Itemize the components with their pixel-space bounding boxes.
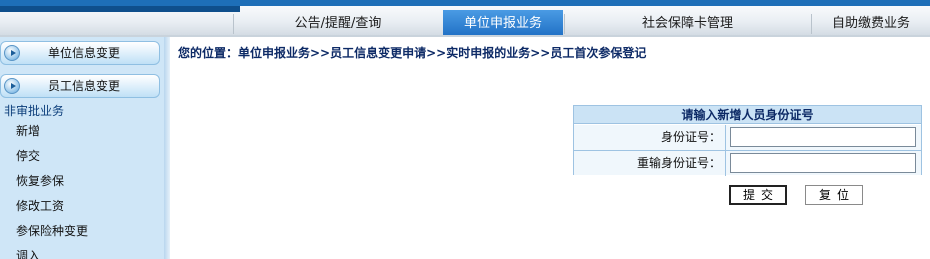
sidebar-item-resume[interactable]: 恢复参保 bbox=[16, 172, 64, 189]
sidebar-button-label: 单位信息变更 bbox=[47, 46, 120, 60]
sidebar-item-insurance-change[interactable]: 参保险种变更 bbox=[16, 222, 88, 239]
sidebar-item-modify-salary[interactable]: 修改工资 bbox=[16, 197, 64, 214]
id-entry-form: 请输入新增人员身份证号 身份证号： 重输身份证号： bbox=[573, 105, 922, 176]
top-navigation-bar: 公告/提醒/查询 单位申报业务 社会保障卡管理 自助缴费业务 bbox=[0, 0, 930, 37]
reset-button[interactable]: 复位 bbox=[805, 185, 863, 205]
sidebar-item-transfer-in[interactable]: 调入 bbox=[16, 247, 40, 259]
id-number-input[interactable] bbox=[730, 127, 916, 147]
form-row-id: 身份证号： bbox=[574, 125, 921, 150]
sidebar-button-employee-info-change[interactable]: 员工信息变更 bbox=[0, 74, 160, 98]
submit-button[interactable]: 提交 bbox=[729, 185, 787, 205]
nav-tab-notice-query[interactable]: 公告/提醒/查询 bbox=[234, 12, 442, 35]
sidebar-section-title: 非审批业务 bbox=[4, 104, 65, 118]
form-title: 请输入新增人员身份证号 bbox=[574, 106, 921, 124]
nav-tab-unit-declaration[interactable]: 单位申报业务 bbox=[443, 10, 563, 37]
reenter-id-number-input[interactable] bbox=[730, 153, 916, 173]
sidebar-item-stop[interactable]: 停交 bbox=[16, 147, 40, 164]
sidebar: 单位信息变更 员工信息变更 非审批业务 新增 停交 恢复参保 修改工资 参保险种… bbox=[0, 37, 164, 259]
header-accent-strip bbox=[0, 6, 240, 12]
sidebar-edge bbox=[164, 37, 170, 259]
sidebar-button-unit-info-change[interactable]: 单位信息变更 bbox=[0, 41, 160, 65]
nav-tab-social-security-card[interactable]: 社会保障卡管理 bbox=[565, 12, 810, 35]
sidebar-button-label: 员工信息变更 bbox=[47, 79, 120, 93]
id-number-label: 身份证号： bbox=[574, 125, 726, 150]
reenter-id-number-label: 重输身份证号： bbox=[574, 151, 726, 176]
nav-tab-self-payment[interactable]: 自助缴费业务 bbox=[812, 12, 930, 35]
breadcrumb: 您的位置：单位申报业务>>员工信息变更申请>>实时申报的业务>>员工首次参保登记 bbox=[178, 46, 647, 60]
sidebar-item-add[interactable]: 新增 bbox=[16, 122, 40, 139]
form-row-reid: 重输身份证号： bbox=[574, 150, 921, 176]
